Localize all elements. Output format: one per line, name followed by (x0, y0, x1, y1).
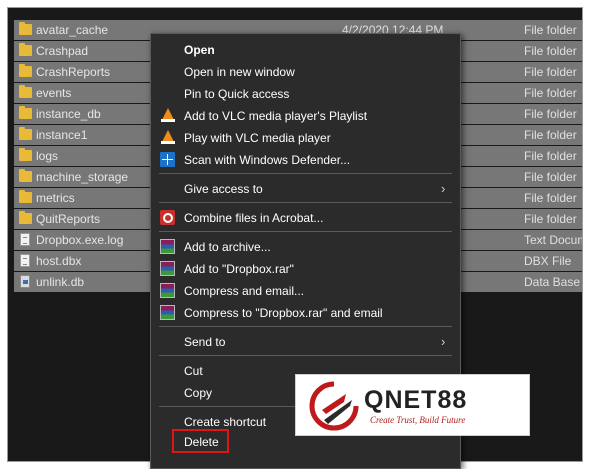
menu-item-add-archive[interactable]: Add to archive... (151, 237, 460, 257)
file-type: Data Base (524, 275, 581, 289)
file-type: File folder (524, 65, 577, 79)
menu-item-pin-quick-access[interactable]: Pin to Quick access (151, 84, 460, 104)
file-type: File folder (524, 170, 577, 184)
menu-item-label: Scan with Windows Defender... (184, 153, 351, 167)
vlc-cone-icon (161, 108, 175, 122)
watermark-tagline: Create Trust, Build Future (370, 415, 466, 425)
vlc-cone-icon (161, 130, 175, 144)
winrar-icon (160, 261, 175, 276)
menu-item-send-to[interactable]: Send to › (151, 332, 460, 352)
file-type: Text Docum (524, 233, 582, 247)
menu-item-add-dropbox-rar[interactable]: Add to "Dropbox.rar" (151, 259, 460, 279)
folder-icon (19, 43, 32, 56)
menu-separator (159, 231, 452, 232)
database-file-icon (20, 275, 30, 288)
menu-item-label: Copy (184, 386, 213, 400)
menu-item-open-new-window[interactable]: Open in new window (151, 62, 460, 82)
file-name: QuitReports (36, 212, 101, 226)
winrar-icon (160, 283, 175, 298)
winrar-icon (160, 305, 175, 320)
chevron-right-icon: › (441, 181, 446, 196)
file-name: events (36, 86, 72, 100)
file-name: instance1 (36, 128, 88, 142)
file-name: host.dbx (36, 254, 82, 268)
file-type: File folder (524, 107, 577, 121)
folder-icon (19, 169, 32, 182)
file-type: File folder (524, 44, 577, 58)
file-name: logs (36, 149, 59, 163)
menu-item-label: Open in new window (184, 65, 295, 79)
text-file-icon (20, 233, 30, 246)
menu-item-label: Add to "Dropbox.rar" (184, 262, 294, 276)
file-type: File folder (524, 149, 577, 163)
menu-item-play-vlc[interactable]: Play with VLC media player (151, 128, 460, 148)
qnet88-logo-icon (309, 381, 359, 431)
file-name: unlink.db (36, 275, 85, 289)
file-name: Dropbox.exe.log (36, 233, 124, 247)
delete-highlight-box (172, 429, 229, 453)
menu-item-label: Cut (184, 364, 203, 378)
chevron-right-icon: › (441, 334, 446, 349)
menu-item-scan-defender[interactable]: Scan with Windows Defender... (151, 150, 460, 170)
file-name: avatar_cache (36, 23, 109, 37)
menu-item-label: Compress and email... (184, 284, 305, 298)
file-type: File folder (524, 191, 577, 205)
file-name: instance_db (36, 107, 101, 121)
menu-separator (159, 202, 452, 203)
file-name: machine_storage (36, 170, 129, 184)
watermark-brand: QNET88 (364, 386, 468, 414)
menu-item-label: Send to (184, 335, 226, 349)
menu-item-label: Add to VLC media player's Playlist (184, 109, 368, 123)
menu-item-label: Combine files in Acrobat... (184, 211, 324, 225)
menu-item-label: Play with VLC media player (184, 131, 331, 145)
winrar-icon (160, 239, 175, 254)
menu-item-combine-acrobat[interactable]: Combine files in Acrobat... (151, 208, 460, 228)
menu-item-label: Pin to Quick access (184, 87, 290, 101)
file-type: File folder (524, 212, 577, 226)
file-name: CrashReports (36, 65, 111, 79)
file-name: metrics (36, 191, 75, 205)
folder-icon (19, 211, 32, 224)
folder-icon (19, 22, 32, 35)
menu-item-compress-email[interactable]: Compress and email... (151, 281, 460, 301)
menu-item-label: Open (184, 43, 215, 57)
file-type: File folder (524, 128, 577, 142)
qnet88-watermark: QNET88 Create Trust, Build Future (295, 374, 530, 436)
menu-item-label: Create shortcut (184, 415, 267, 429)
acrobat-icon (160, 210, 175, 225)
menu-item-open[interactable]: Open (151, 40, 460, 60)
folder-icon (19, 85, 32, 98)
menu-item-compress-dropbox-rar-email[interactable]: Compress to "Dropbox.rar" and email (151, 303, 460, 323)
menu-item-label: Compress to "Dropbox.rar" and email (184, 306, 383, 320)
folder-icon (19, 64, 32, 77)
menu-separator (159, 326, 452, 327)
file-type: File folder (524, 23, 577, 37)
menu-separator (159, 173, 452, 174)
folder-icon (19, 190, 32, 203)
menu-item-label: Give access to (184, 182, 263, 196)
folder-icon (19, 106, 32, 119)
file-name: Crashpad (36, 44, 89, 58)
folder-icon (19, 127, 32, 140)
menu-item-add-vlc-playlist[interactable]: Add to VLC media player's Playlist (151, 106, 460, 126)
windows-defender-icon (160, 152, 175, 167)
file-type: File folder (524, 86, 577, 100)
menu-item-label: Add to archive... (184, 240, 271, 254)
menu-separator (159, 355, 452, 356)
menu-item-give-access[interactable]: Give access to › (151, 179, 460, 199)
file-type: DBX File (524, 254, 572, 268)
folder-icon (19, 148, 32, 161)
file-icon (20, 254, 30, 267)
